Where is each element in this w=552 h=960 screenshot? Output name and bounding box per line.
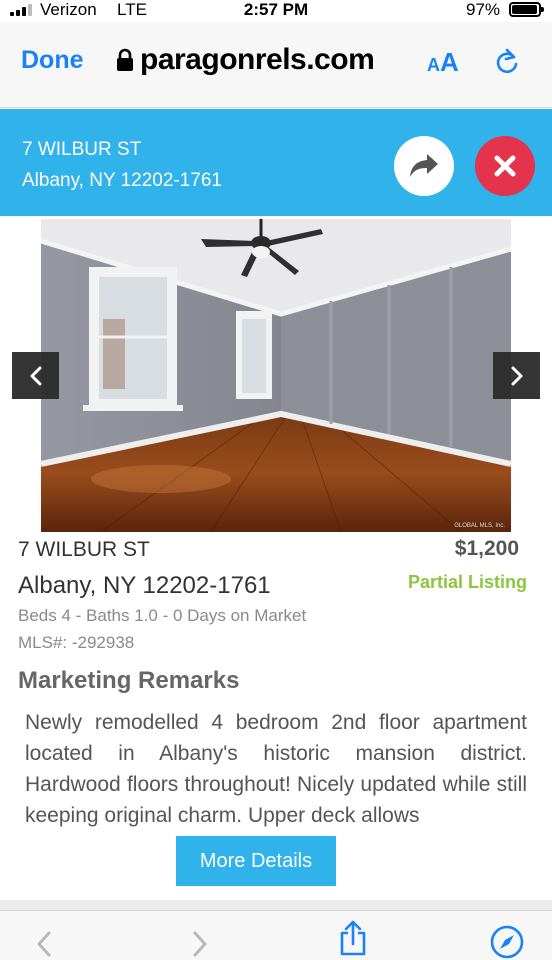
header-street: 7 WILBUR ST xyxy=(22,139,142,160)
share-button[interactable] xyxy=(336,920,370,956)
listing-street: 7 WILBUR ST xyxy=(18,538,150,561)
browser-top-bar: Done paragonrels.com AA xyxy=(0,22,552,108)
next-photo-button[interactable] xyxy=(493,352,540,399)
share-arrow-icon xyxy=(410,154,438,177)
listing-mls-number: MLS#: -292938 xyxy=(18,633,135,652)
chevron-right-icon xyxy=(511,366,522,385)
listing-status-badge: Partial Listing xyxy=(407,572,527,592)
forward-button[interactable] xyxy=(183,927,217,960)
compass-button[interactable] xyxy=(490,925,524,959)
text-size-button[interactable]: AA xyxy=(427,47,459,78)
status-bar: Verizon LTE 2:57 PM 97% xyxy=(0,0,552,22)
marketing-remarks-text: Newly remodelled 4 bedroom 2nd floor apa… xyxy=(25,711,527,827)
back-button[interactable] xyxy=(27,927,61,960)
back-icon xyxy=(37,931,51,957)
text-size-small-label: A xyxy=(427,55,440,75)
battery-level xyxy=(512,5,538,14)
close-button[interactable] xyxy=(475,136,535,196)
listing-header: 7 WILBUR ST Albany, NY 12202-1761 xyxy=(0,109,552,216)
listing-photo[interactable]: GLOBAL MLS, Inc. xyxy=(41,219,511,532)
share-icon xyxy=(340,920,366,956)
close-icon xyxy=(494,155,516,177)
compass-icon xyxy=(490,925,524,959)
page-bottom-edge xyxy=(0,900,552,910)
lock-icon xyxy=(117,48,133,71)
reload-icon[interactable] xyxy=(494,48,520,76)
share-listing-button[interactable] xyxy=(394,136,454,196)
more-details-button[interactable]: More Details xyxy=(176,836,336,886)
text-size-large-label: A xyxy=(440,47,459,77)
marketing-remarks-heading: Marketing Remarks xyxy=(18,667,240,694)
battery-icon xyxy=(509,2,544,17)
battery-percent: 97% xyxy=(466,0,501,19)
forward-icon xyxy=(193,931,207,957)
chevron-left-icon xyxy=(30,366,41,385)
listing-facts: Beds 4 - Baths 1.0 - 0 Days on Market xyxy=(18,606,307,625)
done-button[interactable]: Done xyxy=(21,46,84,75)
listing-price: $1,200 xyxy=(454,537,519,560)
listing-city: Albany, NY 12202-1761 xyxy=(18,572,271,599)
header-city: Albany, NY 12202-1761 xyxy=(22,170,223,191)
photo-watermark: GLOBAL MLS, Inc. xyxy=(454,523,505,529)
browser-toolbar xyxy=(0,910,552,960)
previous-photo-button[interactable] xyxy=(12,352,59,399)
url-display[interactable]: paragonrels.com xyxy=(140,43,375,77)
